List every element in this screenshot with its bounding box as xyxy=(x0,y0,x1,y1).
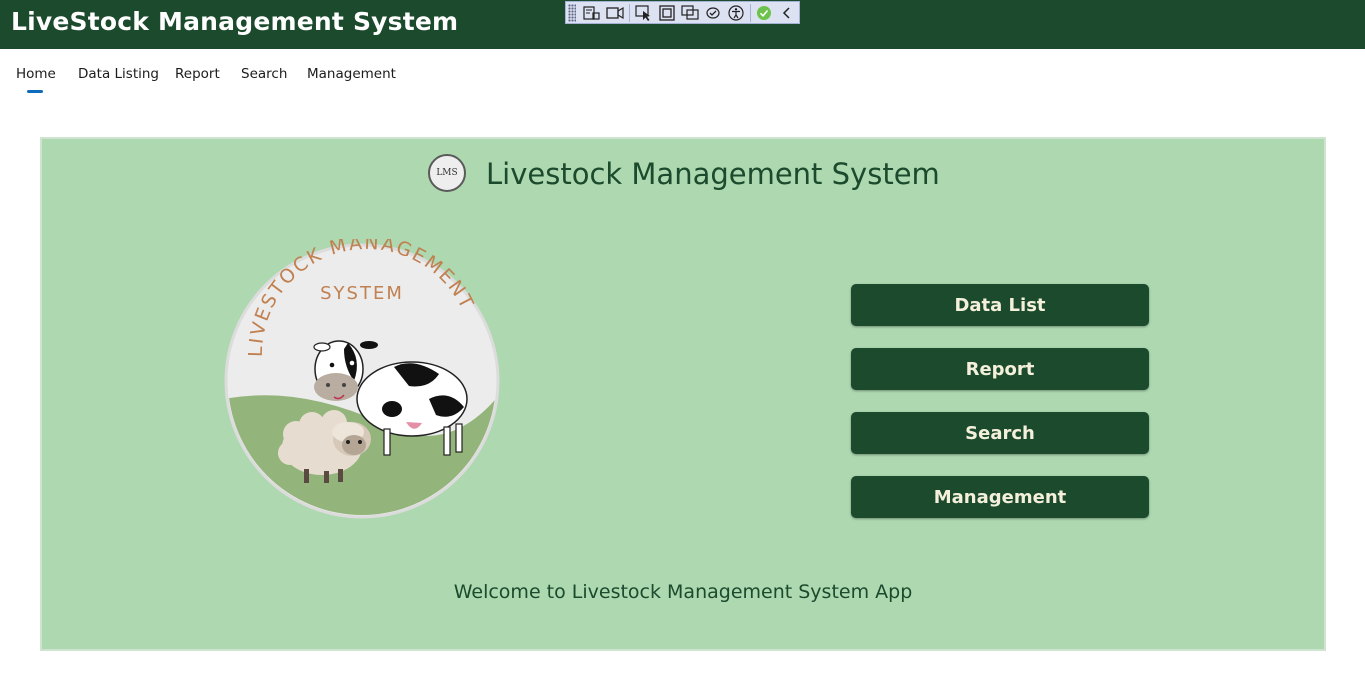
check-icon[interactable] xyxy=(753,3,776,23)
report-button[interactable]: Report xyxy=(851,348,1149,390)
lms-badge-text: LMS xyxy=(436,168,458,178)
collapse-icon[interactable] xyxy=(776,3,799,23)
binding-failures-icon[interactable] xyxy=(701,3,724,23)
display-layout-adorners-icon[interactable] xyxy=(655,3,678,23)
select-element-icon[interactable] xyxy=(632,3,655,23)
nav-data-listing[interactable]: Data Listing xyxy=(78,66,159,82)
app-title: LiveStock Management System xyxy=(11,7,459,36)
data-list-button[interactable]: Data List xyxy=(851,284,1149,326)
record-icon[interactable] xyxy=(604,3,627,23)
logo-sub-text: SYSTEM xyxy=(320,283,404,304)
nav-report[interactable]: Report xyxy=(175,66,220,82)
nav-management[interactable]: Management xyxy=(307,66,396,82)
home-panel: LMS Livestock Management System LIVESTOC… xyxy=(40,137,1326,651)
live-visual-tree-icon[interactable] xyxy=(581,3,604,23)
accessibility-icon[interactable] xyxy=(725,3,748,23)
page-title: Livestock Management System xyxy=(486,157,940,191)
xaml-debug-toolbar xyxy=(565,1,800,24)
welcome-message: Welcome to Livestock Management System A… xyxy=(453,581,913,603)
search-button[interactable]: Search xyxy=(851,412,1149,454)
toolbar-separator xyxy=(629,3,630,22)
nav-search[interactable]: Search xyxy=(241,66,287,82)
livestock-logo-image: LIVESTOCK MANAGEMENT SYSTEM xyxy=(224,239,500,519)
toolbar-separator xyxy=(749,3,751,22)
management-button[interactable]: Management xyxy=(851,476,1149,518)
top-navigation: Home Data Listing Report Search Manageme… xyxy=(0,49,1365,99)
track-focus-icon[interactable] xyxy=(678,3,701,23)
grip-icon[interactable] xyxy=(568,3,576,22)
lms-badge: LMS xyxy=(428,154,466,192)
nav-active-indicator xyxy=(27,90,43,93)
nav-home[interactable]: Home xyxy=(16,66,56,82)
